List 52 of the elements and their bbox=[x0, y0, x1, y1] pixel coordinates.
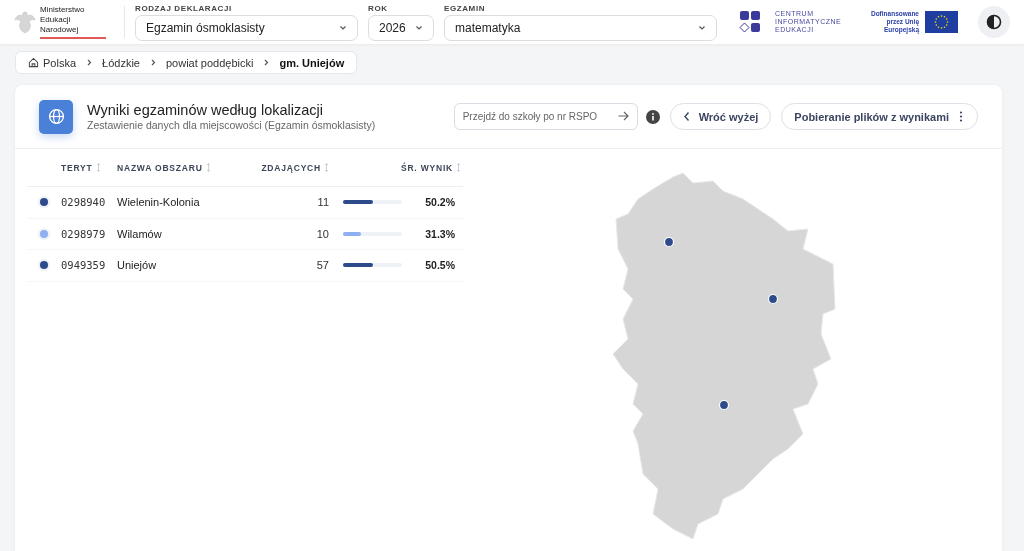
caret-icon bbox=[415, 24, 423, 31]
filter-label: EGZAMIN bbox=[444, 3, 487, 13]
info-icon bbox=[645, 109, 660, 124]
column-header[interactable]: NAZWA OBSZARU bbox=[117, 162, 203, 173]
table-cell-text: 0298979 bbox=[61, 227, 107, 240]
caret-icon bbox=[339, 24, 347, 31]
caret-icon bbox=[698, 24, 706, 31]
chevron-icon bbox=[263, 59, 270, 66]
ministry-logo-text: Ministerstwo Edukacji Narodowej bbox=[40, 5, 106, 39]
table-cell-text: Wielenin-Kolonia bbox=[117, 196, 201, 209]
eu-flag-icon bbox=[925, 11, 958, 33]
sort-icon bbox=[95, 163, 101, 172]
select-field[interactable]: 2026 bbox=[368, 14, 434, 41]
sort-icon bbox=[205, 163, 211, 172]
table-cell-text: 10 bbox=[315, 227, 329, 240]
select-field[interactable]: matematyka bbox=[444, 14, 717, 41]
table-cell: 50.2% bbox=[425, 196, 455, 209]
home-icon bbox=[28, 57, 39, 68]
table-cell-text: Wilamów bbox=[117, 227, 163, 240]
card-title: Wyniki egzaminów według lokalizacji bbox=[87, 102, 324, 118]
breadcrumb-link[interactable]: Polska bbox=[43, 56, 77, 69]
select-field[interactable]: Egzamin ósmoklasisty bbox=[135, 14, 358, 41]
filter-label: ROK bbox=[368, 3, 389, 13]
table-cell-text: 11 bbox=[316, 196, 329, 209]
chevron-left-icon bbox=[682, 111, 691, 122]
sort-icon bbox=[324, 163, 329, 172]
filter-label: RODZAJ DEKLARACJI bbox=[135, 3, 233, 13]
table-cell-text: Uniejów bbox=[117, 259, 158, 272]
breadcrumb-link[interactable]: Łódzkie bbox=[102, 56, 140, 69]
chevron-icon bbox=[86, 59, 93, 66]
download-menu-button[interactable]: Pobieranie plików z wynikami bbox=[781, 103, 978, 130]
column-header[interactable]: ŚR. WYNIK bbox=[400, 162, 453, 173]
column-header[interactable]: ZDAJĄCYCH bbox=[261, 162, 321, 173]
table-cell: 31.3% bbox=[425, 227, 455, 240]
theme-toggle-button[interactable] bbox=[978, 6, 1010, 38]
chevron-icon bbox=[149, 59, 156, 66]
breadcrumb-link[interactable]: powiat poddębicki bbox=[165, 56, 254, 69]
table-cell-text: 57 bbox=[315, 259, 329, 272]
table-cell-text: 0949359 bbox=[61, 259, 107, 272]
breadcrumb-current[interactable]: gm. Uniejów bbox=[279, 56, 345, 69]
contrast-icon bbox=[986, 14, 1002, 30]
table-cell: 50.5% bbox=[425, 259, 455, 272]
eagle-emblem-icon bbox=[14, 10, 36, 34]
table-cell-text: 0298940 bbox=[61, 196, 107, 209]
back-button[interactable]: Wróć wyżej bbox=[669, 103, 772, 130]
sort-icon bbox=[456, 163, 461, 172]
globe-icon bbox=[47, 108, 65, 125]
card-subtitle: Zestawienie danych dla miejscowości (Egzamin ósmoklasisty) bbox=[87, 119, 376, 131]
column-header[interactable]: TERYT bbox=[61, 162, 93, 173]
arrow-right-icon bbox=[617, 111, 629, 121]
kebab-menu-icon bbox=[957, 111, 965, 122]
rspo-search-field[interactable]: Przejdź do szkoły po nr RSPO bbox=[453, 103, 638, 130]
